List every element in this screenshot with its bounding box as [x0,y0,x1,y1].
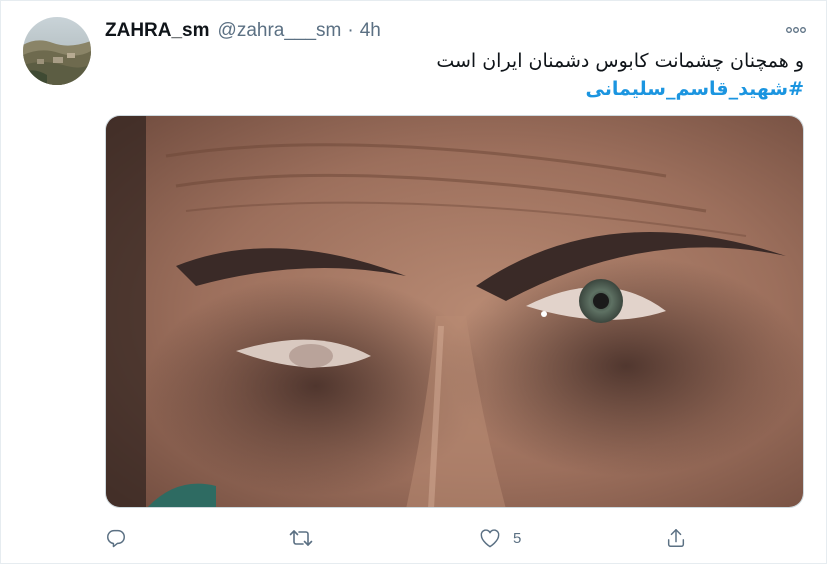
more-dots-icon [786,27,806,33]
like-count: 5 [513,529,522,547]
timestamp[interactable]: 4h [360,20,381,42]
tweet-text-line: و همچنان چشمانت کابوس دشمنان ایران است [436,50,804,72]
more-options-button[interactable] [780,17,812,43]
photo-image [106,116,803,507]
reply-button[interactable] [105,523,127,553]
share-icon [667,529,685,547]
share-button[interactable] [665,523,687,553]
tweet-header: ZAHRA_sm @zahra___sm · 4h [105,19,381,43]
tweet-actions: 5 [105,523,705,553]
avatar-image [23,17,91,85]
tweet-card[interactable]: ZAHRA_sm @zahra___sm · 4h و همچنان چشمان… [0,0,827,564]
tweet-text: و همچنان چشمانت کابوس دشمنان ایران است #… [114,47,804,103]
tweet-photo[interactable] [105,115,804,508]
retweet-icon [289,530,313,546]
heart-icon [480,529,500,548]
like-button[interactable]: 5 [479,523,521,553]
hashtag-link[interactable]: #شهید_قاسم_سلیمانی [114,75,804,103]
retweet-button[interactable] [289,523,313,553]
avatar[interactable] [23,17,91,85]
separator-dot: · [347,20,354,41]
user-handle[interactable]: @zahra___sm [218,20,342,42]
reply-icon [107,529,125,548]
display-name[interactable]: ZAHRA_sm [105,20,210,42]
